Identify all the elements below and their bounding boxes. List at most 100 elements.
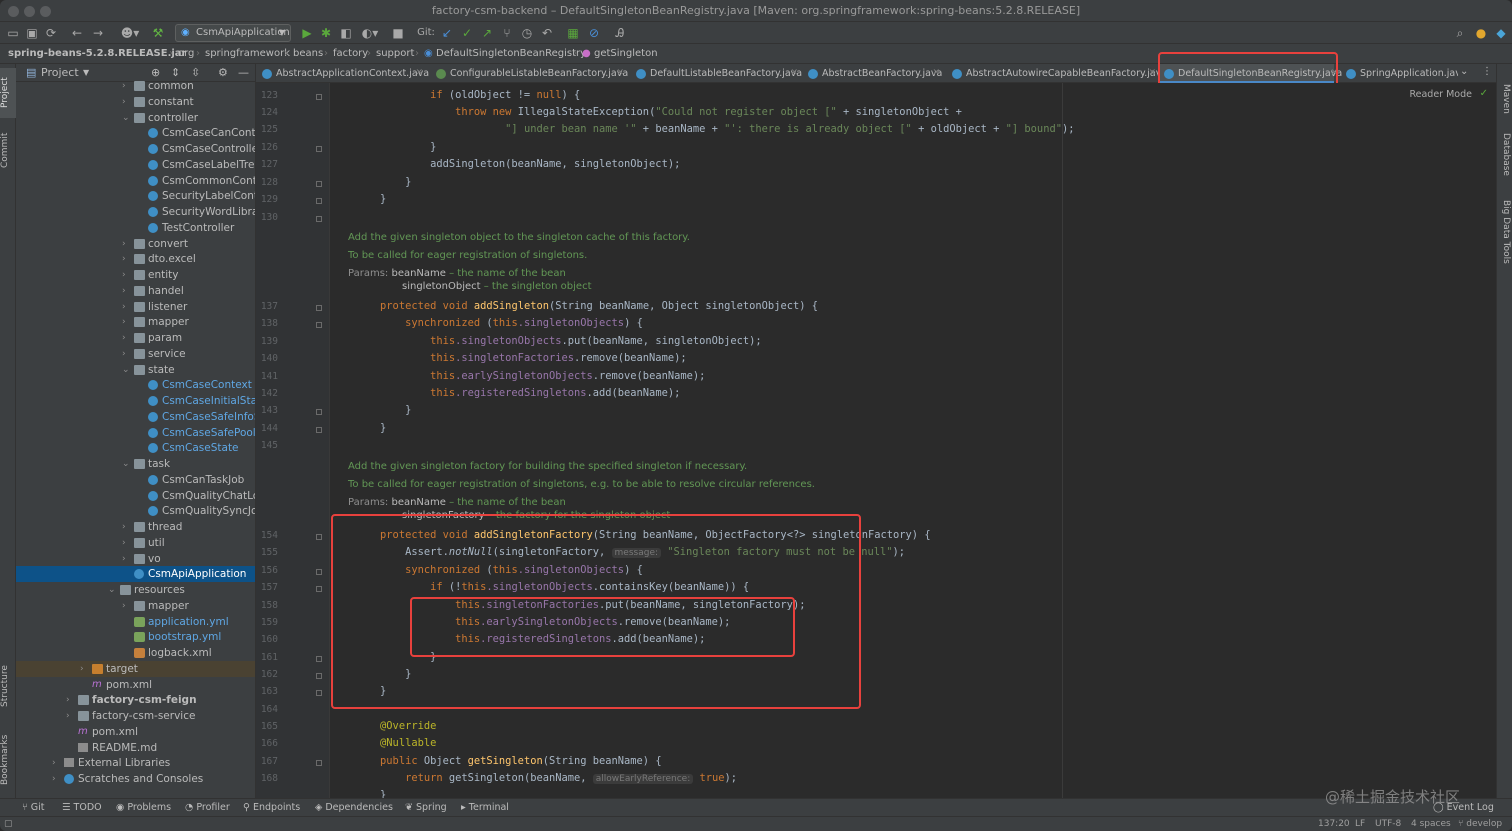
save-icon[interactable]: ▣	[23, 24, 41, 42]
tree-item[interactable]: › mapper	[16, 314, 255, 330]
tree-item[interactable]: CsmCaseCanController	[16, 125, 255, 141]
plugin-icon[interactable]: ▦	[564, 24, 582, 42]
tree-item[interactable]: › service	[16, 346, 255, 362]
git-tool-button[interactable]: ⑂ Git	[22, 799, 44, 816]
chevron-right-icon[interactable]: ›	[122, 78, 126, 94]
tree-item[interactable]: › External Libraries	[16, 755, 255, 771]
terminal-tool-button[interactable]: ▸ Terminal	[461, 799, 509, 816]
commit-tool-tab[interactable]: Commit	[0, 126, 16, 174]
chevron-down-icon[interactable]: ⌄	[122, 362, 130, 378]
dependencies-tool-button[interactable]: ◈ Dependencies	[315, 799, 393, 816]
git-history-icon[interactable]: ◷	[518, 24, 536, 42]
chevron-down-icon[interactable]: ⌄	[122, 456, 130, 472]
tree-item[interactable]: CsmApiApplication	[16, 566, 255, 583]
fold-marker-icon[interactable]	[316, 760, 322, 766]
spring-tool-button[interactable]: ❦ Spring	[405, 799, 447, 816]
tree-item[interactable]: › param	[16, 330, 255, 346]
tree-item[interactable]: CsmQualitySyncJob	[16, 503, 255, 519]
tree-item[interactable]: SecurityWordLibraryC	[16, 204, 255, 220]
indent-setting[interactable]: 4 spaces	[1411, 817, 1451, 831]
breadcrumb-method[interactable]: getSingleton	[594, 44, 658, 64]
tree-item[interactable]: application.yml	[16, 614, 255, 630]
line-separator[interactable]: LF	[1355, 817, 1365, 831]
toolbox-icon[interactable]: ◆	[1492, 24, 1510, 42]
fold-marker-icon[interactable]	[316, 146, 322, 152]
tab-abstract-autowire-capable-bean-factory[interactable]: AbstractAutowireCapableBeanFactory.java ✕	[946, 64, 1167, 83]
fold-marker-icon[interactable]	[316, 198, 322, 204]
open-folder-icon[interactable]: ▭	[4, 24, 22, 42]
chevron-right-icon[interactable]: ›	[122, 314, 126, 330]
git-branch[interactable]: ⑂ develop	[1458, 817, 1502, 831]
tree-item[interactable]: › util	[16, 535, 255, 551]
run-icon[interactable]: ▶	[298, 24, 316, 42]
tree-item[interactable]: ⌄ controller	[16, 110, 255, 126]
git-update-icon[interactable]: ↙	[438, 24, 456, 42]
breadcrumb-beans[interactable]: beans	[293, 44, 323, 64]
tree-item[interactable]: logback.xml	[16, 645, 255, 661]
tree-item[interactable]: CsmCaseController	[16, 141, 255, 157]
breadcrumb-springframework[interactable]: springframework	[205, 44, 290, 64]
forward-icon[interactable]: →	[89, 24, 107, 42]
chevron-right-icon[interactable]: ›	[52, 755, 56, 771]
tree-item[interactable]: CsmCaseState	[16, 440, 255, 456]
tree-item[interactable]: ⌄ state	[16, 362, 255, 378]
git-push-icon[interactable]: ↗	[478, 24, 496, 42]
tree-item[interactable]: › thread	[16, 519, 255, 535]
tree-item[interactable]: › common	[16, 78, 255, 94]
chevron-right-icon[interactable]: ›	[122, 236, 126, 252]
fold-marker-icon[interactable]	[316, 534, 322, 540]
stop-icon[interactable]: ■	[389, 24, 407, 42]
chevron-right-icon[interactable]: ›	[80, 661, 84, 677]
more-options-icon[interactable]: ⋮	[1482, 66, 1492, 77]
big-data-tools-tab[interactable]: Big Data Tools	[1499, 196, 1511, 268]
close-icon[interactable]: ✕	[616, 64, 624, 83]
endpoints-tool-button[interactable]: ⚲ Endpoints	[243, 799, 300, 816]
tree-item[interactable]: › mapper	[16, 598, 255, 614]
caret-position[interactable]: 137:20	[1318, 817, 1350, 831]
tab-spring-application[interactable]: SpringApplication.java	[1340, 64, 1458, 83]
back-icon[interactable]: ←	[68, 24, 86, 42]
project-tool-tab[interactable]: Project	[0, 68, 16, 118]
tree-item[interactable]: bootstrap.yml	[16, 629, 255, 645]
close-icon[interactable]: ✕	[790, 64, 798, 83]
chevron-right-icon[interactable]: ›	[122, 283, 126, 299]
tree-item[interactable]: › factory-csm-feign	[16, 692, 255, 708]
fold-marker-icon[interactable]	[316, 409, 322, 415]
fold-marker-icon[interactable]	[316, 656, 322, 662]
tab-abstract-bean-factory[interactable]: AbstractBeanFactory.java ✕	[802, 64, 942, 83]
fold-marker-icon[interactable]	[316, 673, 322, 679]
tree-item[interactable]: m pom.xml	[16, 677, 255, 693]
breadcrumb-org[interactable]: org	[178, 44, 194, 64]
search-icon[interactable]: ⌕	[1451, 24, 1469, 42]
breadcrumb-support[interactable]: support	[376, 44, 414, 64]
fold-marker-icon[interactable]	[316, 181, 322, 187]
fold-marker-icon[interactable]	[316, 94, 322, 100]
chevron-right-icon[interactable]: ›	[122, 519, 126, 535]
database-tool-tab[interactable]: Database	[1499, 128, 1511, 180]
chevron-right-icon[interactable]: ›	[122, 251, 126, 267]
tree-item[interactable]: ⌄ resources	[16, 582, 255, 598]
tree-item[interactable]: › listener	[16, 299, 255, 315]
minimize-window-icon[interactable]	[24, 6, 35, 17]
tree-item[interactable]: CsmCaseLabelTreeCo	[16, 157, 255, 173]
no-icon[interactable]: ⊘	[585, 24, 603, 42]
tree-item[interactable]: › handel	[16, 283, 255, 299]
chevron-right-icon[interactable]: ›	[122, 330, 126, 346]
tree-item[interactable]: CsmCaseInitialState	[16, 393, 255, 409]
tree-item[interactable]: CsmCaseContext	[16, 377, 255, 393]
breadcrumb-factory[interactable]: factory	[333, 44, 368, 64]
sync-icon[interactable]: ⟳	[42, 24, 60, 42]
tree-item[interactable]: SecurityLabelControlle	[16, 188, 255, 204]
todo-tool-button[interactable]: ☰ TODO	[62, 799, 102, 816]
chevron-down-icon[interactable]: ⌄	[122, 110, 130, 126]
fold-marker-icon[interactable]	[316, 322, 322, 328]
tree-item[interactable]: › target	[16, 660, 255, 677]
update-icon[interactable]: ●	[1472, 24, 1490, 42]
coverage-icon[interactable]: ◧	[337, 24, 355, 42]
tree-item[interactable]: README.md	[16, 740, 255, 756]
chevron-down-icon[interactable]: ⌄	[1460, 66, 1468, 77]
fold-marker-icon[interactable]	[316, 586, 322, 592]
tree-item[interactable]: › constant	[16, 94, 255, 110]
chevron-right-icon[interactable]: ›	[66, 692, 70, 708]
zoom-window-icon[interactable]	[40, 6, 51, 17]
